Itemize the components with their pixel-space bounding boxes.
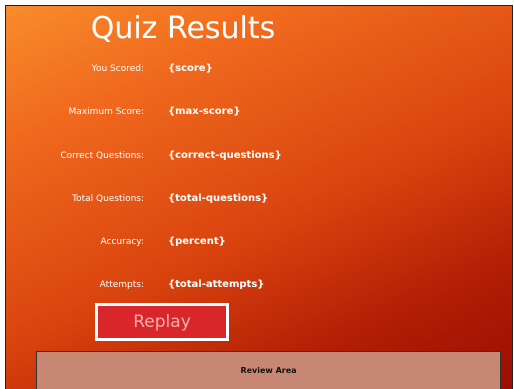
attempts-label: Attempts: xyxy=(99,280,144,290)
page-title: Quiz Results xyxy=(90,11,276,46)
result-row-accuracy: Accuracy: {percent} xyxy=(6,233,512,251)
max-score-label: Maximum Score: xyxy=(68,107,144,117)
review-area: Review Area xyxy=(36,351,501,389)
attempts-value: {total-attempts} xyxy=(168,279,265,290)
result-row-total-questions: Total Questions: {total-questions} xyxy=(6,190,512,208)
result-row-attempts: Attempts: {total-attempts} xyxy=(6,276,512,294)
result-row-score: You Scored: {score} xyxy=(6,60,512,78)
accuracy-value: {percent} xyxy=(168,236,226,247)
correct-questions-value: {correct-questions} xyxy=(168,150,282,161)
result-row-max-score: Maximum Score: {max-score} xyxy=(6,103,512,121)
total-questions-label: Total Questions: xyxy=(72,194,144,204)
result-row-correct-questions: Correct Questions: {correct-questions} xyxy=(6,147,512,165)
replay-button[interactable]: Replay xyxy=(95,303,229,341)
total-questions-value: {total-questions} xyxy=(168,193,269,204)
correct-questions-label: Correct Questions: xyxy=(60,151,144,161)
max-score-value: {max-score} xyxy=(168,106,241,117)
quiz-results-screen: Quiz Results You Scored: {score} Maximum… xyxy=(5,5,513,389)
review-area-label: Review Area xyxy=(240,366,297,375)
score-value: {score} xyxy=(168,63,213,74)
accuracy-label: Accuracy: xyxy=(100,237,144,247)
score-label: You Scored: xyxy=(91,64,144,74)
